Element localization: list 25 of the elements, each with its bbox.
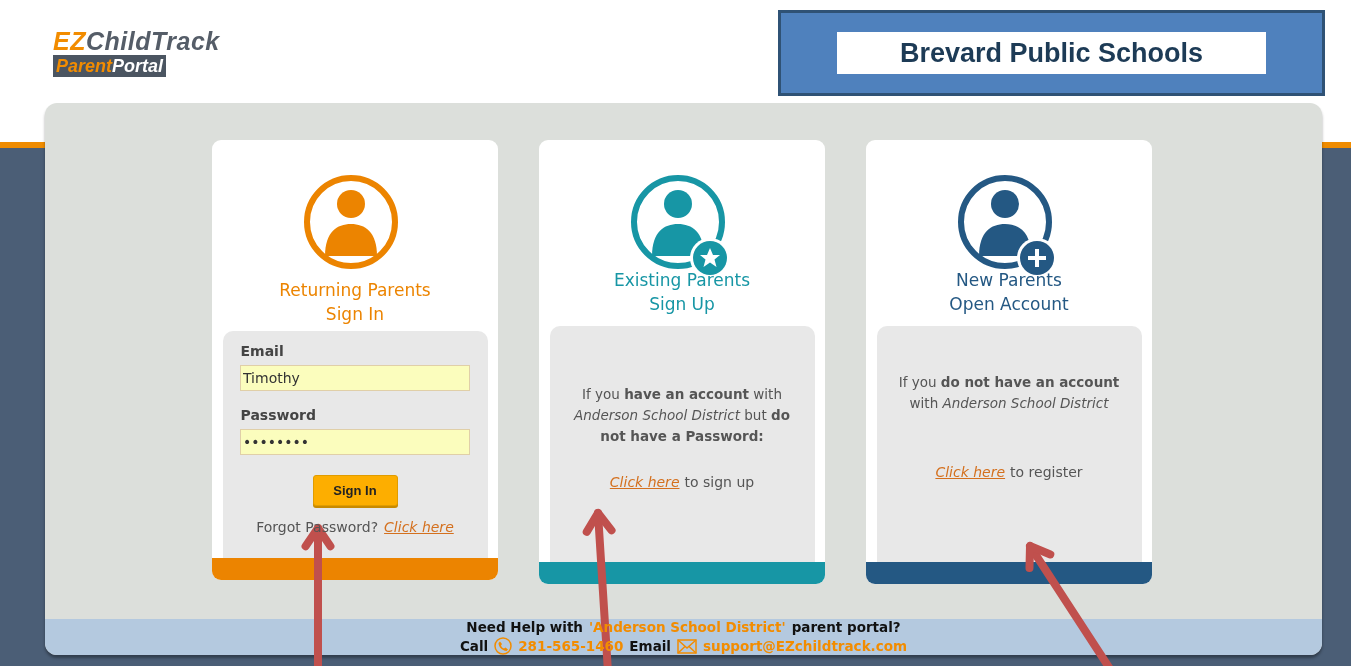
info-text: If you have an account with Anderson School District but do not have a Password: — [572, 385, 791, 446]
email-label: Email — [240, 343, 284, 359]
help-text: parent portal? — [791, 619, 901, 635]
card-title: Returning Parents Sign In — [279, 279, 431, 326]
link-caption: to register — [1010, 464, 1083, 480]
password-field[interactable]: •••••••• — [240, 429, 470, 455]
envelope-icon — [677, 638, 697, 654]
card-title: Existing Parents Sign Up — [614, 269, 750, 316]
district-name: Brevard Public Schools — [837, 32, 1266, 74]
password-label: Password — [240, 407, 316, 423]
action-link[interactable]: Click here — [609, 474, 680, 490]
email-field[interactable]: Timothy — [240, 365, 470, 391]
card-title: New Parents Open Account — [949, 269, 1069, 316]
email-label: Email — [629, 638, 671, 654]
phone-icon — [494, 637, 513, 655]
call-label: Call — [459, 638, 489, 654]
support-email[interactable]: support@EZchildtrack.com — [703, 638, 908, 654]
info-text: If you do not have an account with Anderson School District — [897, 373, 1121, 413]
action-link[interactable]: Click here — [935, 464, 1006, 480]
forgot-password-link[interactable]: Click here — [384, 519, 454, 535]
help-text: Need Help with — [466, 619, 583, 635]
portal-logo-label: ParentPortal — [53, 55, 167, 77]
sign-in-button[interactable]: Sign In — [312, 475, 398, 506]
link-caption: to sign up — [684, 474, 755, 490]
brand-logo-text: EZChildTrack — [53, 27, 220, 55]
